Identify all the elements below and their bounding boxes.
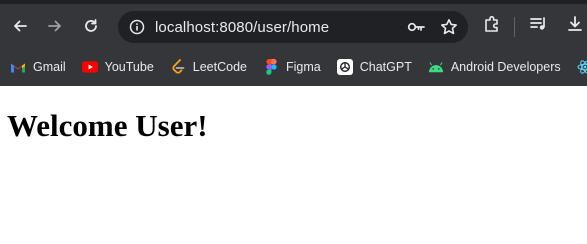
- bookmark-leetcode[interactable]: LeetCode: [170, 53, 254, 81]
- toolbar-divider: [514, 16, 515, 37]
- site-info-icon[interactable]: [128, 18, 146, 36]
- address-bar[interactable]: localhost:8080/user/home: [118, 11, 468, 43]
- chatgpt-icon: [336, 59, 353, 75]
- page-content: Welcome User!: [0, 86, 587, 166]
- reading-list-icon[interactable]: [529, 14, 549, 39]
- bookmark-label: ChatGPT: [359, 60, 412, 74]
- bookmark-android-developers[interactable]: Android Developers: [428, 53, 568, 81]
- bookmark-figma[interactable]: Figma: [263, 53, 328, 81]
- toolbar-actions: [482, 14, 585, 39]
- bookmark-label: Gmail: [33, 60, 66, 74]
- bookmark-star-icon[interactable]: [440, 18, 458, 41]
- react-icon: [577, 59, 587, 75]
- bookmark-gmail[interactable]: Gmail: [10, 53, 73, 81]
- reload-icon: [85, 19, 97, 32]
- youtube-icon: [81, 59, 98, 75]
- gmail-icon: [10, 59, 26, 75]
- url-host: localhost: [155, 18, 216, 36]
- extensions-icon[interactable]: [482, 14, 502, 39]
- figma-icon: [263, 59, 279, 75]
- bookmark-youtube[interactable]: YouTube: [81, 53, 161, 81]
- bookmark-label: YouTube: [104, 60, 154, 74]
- bookmarks-bar: Gmail YouTube LeetCode Figma ChatGPT And…: [0, 48, 587, 86]
- browser-chrome: localhost:8080/user/home Gmail YouTube L…: [0, 0, 587, 86]
- android-icon: [428, 59, 444, 75]
- browser-toolbar: localhost:8080/user/home: [0, 4, 587, 48]
- arrow-left-icon: [14, 20, 27, 32]
- reload-button[interactable]: [77, 12, 105, 40]
- download-icon[interactable]: [565, 14, 585, 39]
- url-text[interactable]: localhost:8080/user/home: [155, 19, 329, 36]
- bookmark-react[interactable]: Re: [577, 53, 587, 81]
- forward-button[interactable]: [41, 12, 69, 40]
- arrow-right-icon: [48, 20, 61, 32]
- bookmark-chatgpt[interactable]: ChatGPT: [336, 53, 419, 81]
- page-title: Welcome User!: [7, 108, 208, 143]
- key-icon[interactable]: [406, 17, 426, 42]
- bookmark-label: Figma: [286, 60, 321, 74]
- leetcode-icon: [170, 59, 186, 75]
- back-button[interactable]: [6, 12, 34, 40]
- bookmark-label: Android Developers: [450, 60, 561, 74]
- bookmark-label: LeetCode: [192, 60, 247, 74]
- url-path: :8080/user/home: [215, 18, 330, 36]
